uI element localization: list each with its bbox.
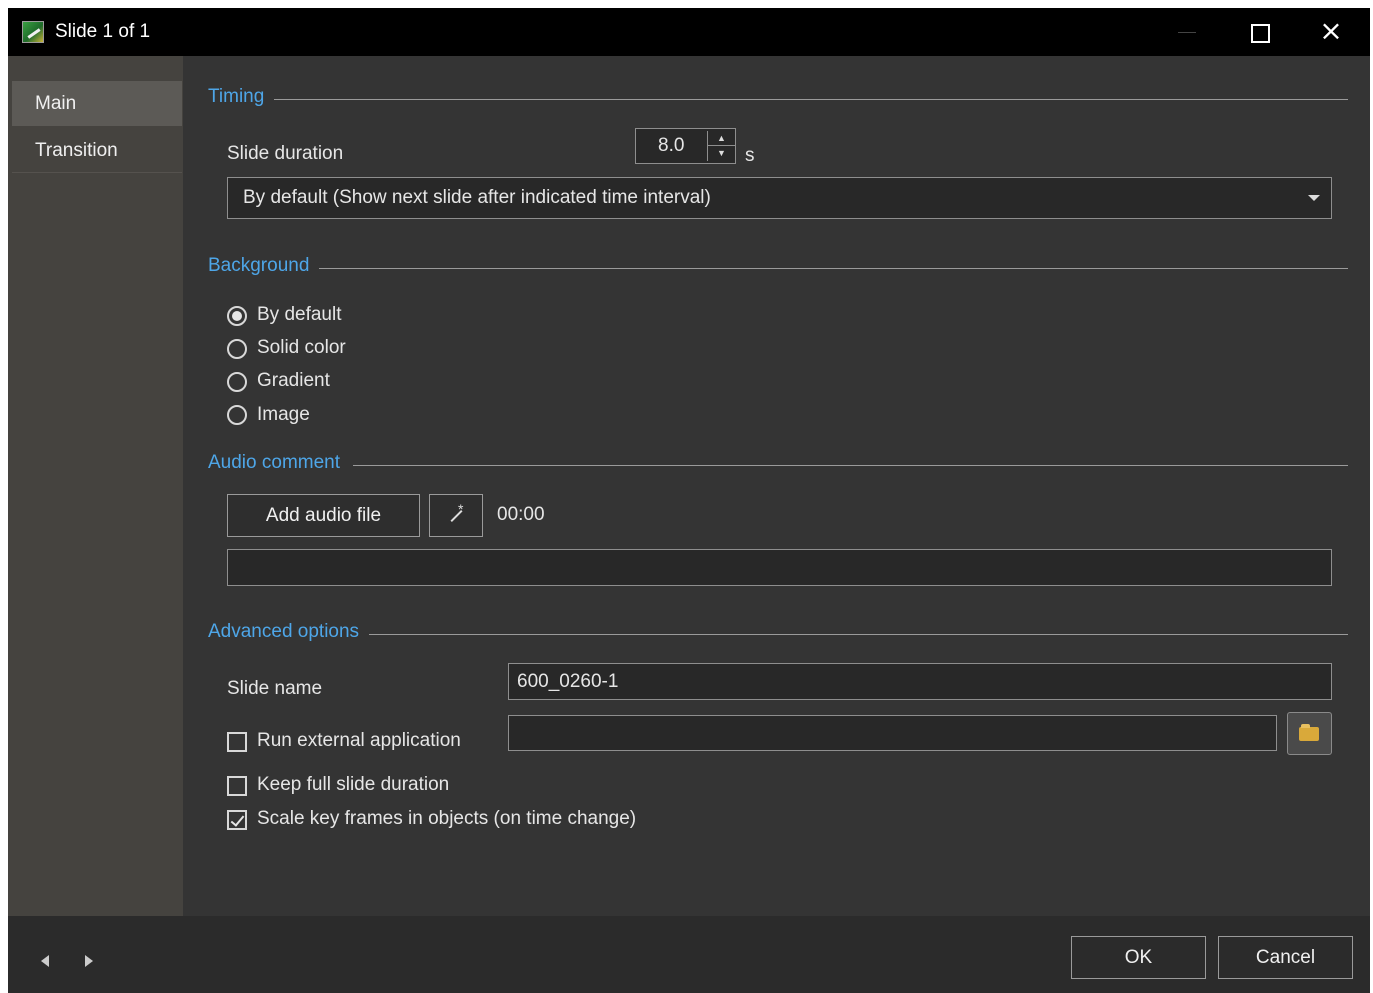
slide-duration-label: Slide duration xyxy=(227,143,344,164)
spin-up-icon[interactable]: ▲ xyxy=(708,131,735,146)
scale-keyframes-checkbox[interactable] xyxy=(227,810,247,830)
chevron-down-icon xyxy=(1308,195,1320,201)
minimize-icon[interactable] xyxy=(1164,18,1210,48)
keep-full-duration-label: Keep full slide duration xyxy=(257,774,450,795)
maximize-icon[interactable] xyxy=(1236,18,1282,48)
slide-name-label: Slide name xyxy=(227,678,323,699)
sidebar-item-transition[interactable]: Transition xyxy=(12,128,182,173)
run-external-app-checkbox[interactable] xyxy=(227,732,247,752)
close-icon[interactable]: × xyxy=(1308,17,1354,48)
slide-name-value: 600_0260-1 xyxy=(517,671,619,692)
radio-label-solid-color: Solid color xyxy=(257,337,346,358)
sidebar-divider xyxy=(12,172,182,173)
slide-name-input[interactable]: 600_0260-1 xyxy=(508,663,1332,700)
section-title-timing: Timing xyxy=(208,86,275,108)
folder-open-icon[interactable] xyxy=(1287,712,1332,755)
section-divider xyxy=(368,634,1348,635)
audio-file-path[interactable] xyxy=(227,549,1332,586)
slide-duration-stepper[interactable]: 8.0 ▲ ▼ xyxy=(635,128,736,164)
sidebar-item-main[interactable]: Main xyxy=(12,81,182,126)
duration-spinner: ▲ ▼ xyxy=(707,131,735,161)
audio-duration: 00:00 xyxy=(497,504,545,525)
keep-full-duration-checkbox[interactable] xyxy=(227,776,247,796)
slide-mode-dropdown[interactable]: By default (Show next slide after indica… xyxy=(227,177,1332,219)
radio-image[interactable] xyxy=(227,405,247,425)
title-bar: Slide 1 of 1 × xyxy=(8,8,1370,56)
slide-properties-dialog: Slide 1 of 1 × Main Transition Timing Sl… xyxy=(8,8,1370,993)
sidebar: Main Transition xyxy=(8,56,183,916)
dialog-footer: OK Cancel xyxy=(8,916,1370,993)
next-arrow-icon[interactable] xyxy=(85,955,93,967)
section-title-audio: Audio comment xyxy=(208,452,351,474)
radio-label-image: Image xyxy=(257,404,310,425)
radio-label-gradient: Gradient xyxy=(257,370,330,391)
cancel-button[interactable]: Cancel xyxy=(1218,936,1353,979)
slide-mode-value: By default (Show next slide after indica… xyxy=(243,187,711,208)
section-title-background: Background xyxy=(208,255,320,277)
add-audio-file-button[interactable]: Add audio file xyxy=(227,494,420,537)
main-panel: Timing Slide duration 8.0 ▲ ▼ s By defau… xyxy=(183,56,1370,916)
radio-gradient[interactable] xyxy=(227,372,247,392)
slide-duration-value: 8.0 xyxy=(658,135,685,156)
app-slide-icon xyxy=(22,21,44,43)
radio-label-by-default: By default xyxy=(257,304,342,325)
scale-keyframes-label: Scale key frames in objects (on time cha… xyxy=(257,808,637,829)
spin-down-icon[interactable]: ▼ xyxy=(708,146,735,161)
external-app-path-input[interactable] xyxy=(508,715,1277,751)
magic-wand-icon[interactable] xyxy=(429,494,483,537)
section-divider xyxy=(268,99,1348,100)
prev-arrow-icon[interactable] xyxy=(41,955,49,967)
radio-by-default[interactable] xyxy=(227,306,247,326)
section-title-advanced: Advanced options xyxy=(208,621,370,643)
section-divider xyxy=(353,465,1348,466)
section-divider xyxy=(318,268,1348,269)
radio-solid-color[interactable] xyxy=(227,339,247,359)
ok-button[interactable]: OK xyxy=(1071,936,1206,979)
run-external-app-label: Run external application xyxy=(257,730,461,751)
window-title: Slide 1 of 1 xyxy=(55,21,151,42)
duration-unit: s xyxy=(745,145,755,166)
